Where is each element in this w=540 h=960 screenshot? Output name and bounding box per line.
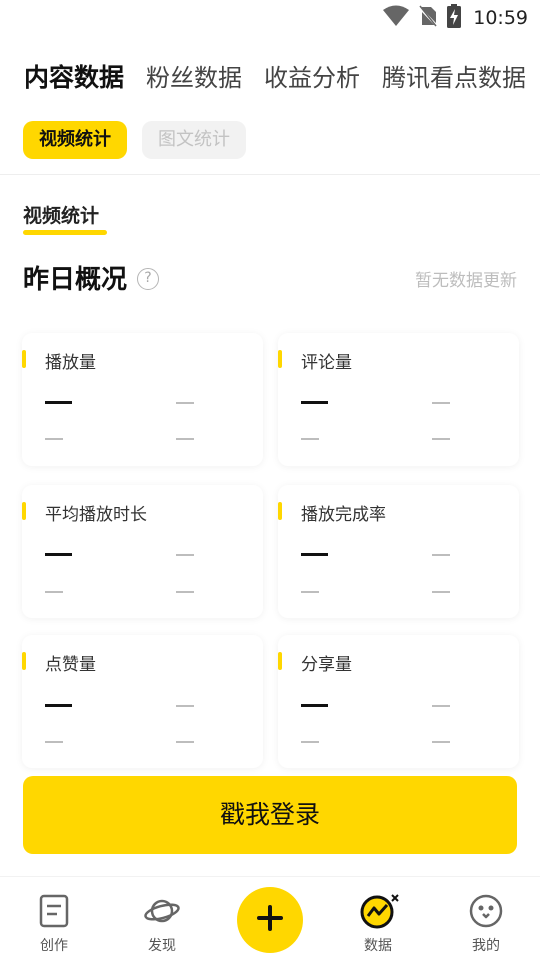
metric-compare-dash xyxy=(301,741,319,743)
metric-compare-dash xyxy=(45,591,63,593)
battery-charging-icon xyxy=(447,4,462,32)
nav-item-discover[interactable]: 发现 xyxy=(132,893,192,955)
metric-compare-dash xyxy=(45,438,63,440)
divider xyxy=(0,174,540,175)
planet-icon xyxy=(144,893,180,929)
metric-title: 播放完成率 xyxy=(301,505,386,525)
wifi-icon xyxy=(383,5,410,31)
card-accent-bar xyxy=(22,350,26,368)
chip-video-stats[interactable]: 视频统计 xyxy=(23,121,127,159)
bottom-nav: 创作 发现 数据 我的 xyxy=(0,876,540,960)
tab-content-data[interactable]: 内容数据 xyxy=(24,58,124,98)
sub-tabs: 视频统计 图文统计 xyxy=(23,121,246,159)
login-button[interactable]: 戳我登录 xyxy=(23,776,517,854)
metric-title: 播放量 xyxy=(45,353,96,373)
metric-title: 点赞量 xyxy=(45,655,96,675)
metric-compare-dash xyxy=(432,591,450,593)
section-underline xyxy=(23,230,107,235)
add-button[interactable] xyxy=(237,887,303,953)
metric-compare-dash xyxy=(432,741,450,743)
metric-value-dash xyxy=(45,553,72,556)
card-accent-bar xyxy=(22,652,26,670)
card-accent-bar xyxy=(22,502,26,520)
metric-card-plays: 播放量 xyxy=(22,333,263,466)
metric-compare-dash xyxy=(301,591,319,593)
metric-compare-dash xyxy=(176,438,194,440)
chart-icon xyxy=(360,893,399,929)
metric-compare-dash xyxy=(176,741,194,743)
metric-change-dash xyxy=(432,402,450,404)
metric-change-dash xyxy=(432,705,450,707)
plus-icon xyxy=(256,904,284,936)
metric-title: 评论量 xyxy=(301,353,352,373)
card-accent-bar xyxy=(278,350,282,368)
metric-compare-dash xyxy=(432,438,450,440)
card-accent-bar xyxy=(278,502,282,520)
metric-card-comments: 评论量 xyxy=(278,333,519,466)
metric-change-dash xyxy=(432,554,450,556)
metric-card-completion-rate: 播放完成率 xyxy=(278,485,519,618)
metric-title: 分享量 xyxy=(301,655,352,675)
tab-tencent-kandian-data[interactable]: 腾讯看点数据 xyxy=(382,58,526,98)
no-sim-icon xyxy=(418,5,439,31)
metric-change-dash xyxy=(176,554,194,556)
section-label: 视频统计 xyxy=(23,205,100,227)
metric-card-shares: 分享量 xyxy=(278,635,519,768)
nav-item-me[interactable]: 我的 xyxy=(456,893,516,955)
nav-label: 发现 xyxy=(148,938,176,954)
metric-value-dash xyxy=(301,704,328,707)
metric-change-dash xyxy=(176,705,194,707)
nav-label: 我的 xyxy=(472,938,500,954)
metric-compare-dash xyxy=(176,591,194,593)
penguin-icon xyxy=(468,893,504,929)
status-icons: 10:59 xyxy=(383,4,528,32)
nav-item-create[interactable]: 创作 xyxy=(24,893,84,955)
metric-value-dash xyxy=(45,401,72,404)
nav-label: 数据 xyxy=(364,938,392,954)
metric-compare-dash xyxy=(45,741,63,743)
tab-revenue-analysis[interactable]: 收益分析 xyxy=(264,58,360,98)
help-icon[interactable]: ? xyxy=(137,268,159,290)
card-accent-bar xyxy=(278,652,282,670)
metric-value-dash xyxy=(301,401,328,404)
metric-value-dash xyxy=(45,704,72,707)
metric-title: 平均播放时长 xyxy=(45,505,147,525)
nav-item-data[interactable]: 数据 xyxy=(348,893,408,955)
nav-label: 创作 xyxy=(40,938,68,954)
metric-value-dash xyxy=(301,553,328,556)
overview-title: 昨日概况 xyxy=(23,265,128,295)
status-bar: 10:59 xyxy=(0,0,540,36)
metric-compare-dash xyxy=(301,438,319,440)
document-icon xyxy=(36,893,72,929)
top-tabs: 内容数据 粉丝数据 收益分析 腾讯看点数据 xyxy=(24,58,540,98)
update-status: 暂无数据更新 xyxy=(415,271,517,291)
metric-change-dash xyxy=(176,402,194,404)
tab-fans-data[interactable]: 粉丝数据 xyxy=(146,58,242,98)
metric-card-avg-play-duration: 平均播放时长 xyxy=(22,485,263,618)
status-time: 10:59 xyxy=(473,7,528,29)
metric-card-likes: 点赞量 xyxy=(22,635,263,768)
chip-article-stats[interactable]: 图文统计 xyxy=(142,121,246,159)
